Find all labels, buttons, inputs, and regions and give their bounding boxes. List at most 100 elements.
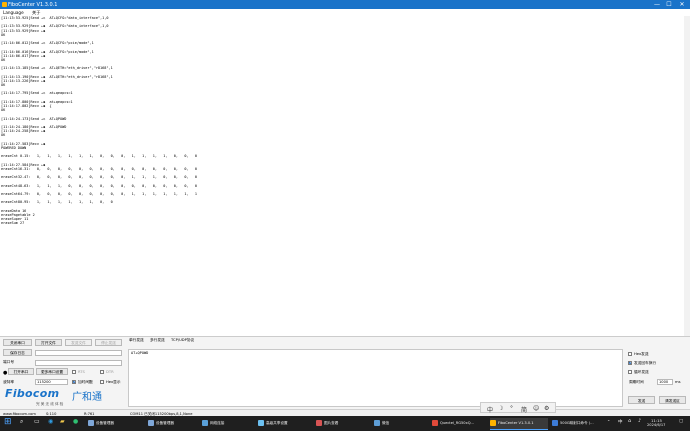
taskbar-app-icon <box>374 420 380 426</box>
window-title: FiboCenter V1.3.0.1 <box>8 1 58 8</box>
send-button[interactable]: 发送 <box>628 396 655 404</box>
clock-date[interactable]: 2024/6/17 <box>647 423 665 427</box>
close-port-button[interactable]: 关闭串口 <box>3 339 32 346</box>
send-newline-checkbox[interactable]: ✓ <box>628 361 632 365</box>
taskbar-app-icon <box>552 420 558 426</box>
tray-lang[interactable]: 中 <box>618 419 623 425</box>
rts-label: RTS <box>78 369 85 374</box>
dtr-checkbox[interactable] <box>100 369 104 374</box>
log-path-field[interactable] <box>35 349 122 356</box>
search-icon[interactable]: ⌕ <box>20 418 23 426</box>
open-file-button[interactable]: 打开文件 <box>35 339 62 346</box>
taskbar-app-icon <box>432 420 438 426</box>
taskbar-item-label: 图片查看 <box>324 421 339 425</box>
close-button[interactable]: ✕ <box>676 0 688 9</box>
hex-display-checkbox[interactable] <box>100 379 104 384</box>
taskbar-item-label: 500G映射口命令 (... <box>560 421 594 425</box>
fibocom-logo: Fibocom <box>5 387 60 400</box>
loop-send-label: 循环发送 <box>634 370 649 374</box>
taskbar-item[interactable]: 设备管理器 <box>88 418 144 429</box>
tab-multi-send[interactable]: 多行发送 <box>150 338 165 343</box>
log-line: eraseSum 27 <box>1 221 25 226</box>
taskbar-app-icon <box>490 420 496 426</box>
timestamp-checkbox[interactable]: ✓ <box>72 379 76 384</box>
send-file-button[interactable]: 发送文件 <box>65 339 92 346</box>
ime-moon-icon[interactable]: ☽ <box>498 405 503 412</box>
port-label: 端口号 <box>3 360 15 364</box>
open-port-button[interactable]: 打开串口 <box>8 368 34 375</box>
command-text: AT+QPOWD <box>131 351 149 355</box>
ime-emoji-icon[interactable]: ☺ <box>533 405 539 412</box>
tray-chevron-icon[interactable]: ⌃ <box>607 419 610 424</box>
ime-settings-icon[interactable]: ⚙ <box>544 405 549 412</box>
port-status-icon: ● <box>3 369 8 376</box>
loop-send-checkbox[interactable] <box>628 370 632 374</box>
log-scrollbar[interactable] <box>684 16 690 336</box>
rts-checkbox[interactable] <box>72 369 76 374</box>
taskbar-item-label: 设备管理器 <box>96 421 114 425</box>
task-view-icon[interactable]: ▭ <box>34 418 40 425</box>
taskbar-item-label: FiboCenter V1.3.0.1 <box>498 421 534 425</box>
hex-send-label: Hex发送 <box>634 352 649 356</box>
explorer-icon[interactable]: ▰ <box>60 418 65 425</box>
fibocom-logo-cn: 广和通 <box>72 392 102 403</box>
taskbar-app-icon <box>148 420 154 426</box>
maximize-button[interactable]: ☐ <box>663 0 675 9</box>
notification-icon[interactable]: ▢ <box>679 419 683 424</box>
wechat-icon[interactable]: ● <box>73 418 78 425</box>
network-icon[interactable]: ⌂ <box>628 418 631 424</box>
baud-label: 波特率 <box>3 379 15 384</box>
more-port-settings-button[interactable]: 更多串口设置 <box>36 368 68 375</box>
taskbar-item[interactable]: 500G映射口命令 (... <box>552 418 604 429</box>
taskbar-item[interactable]: 微信 <box>374 418 428 429</box>
taskbar-app-icon <box>316 420 322 426</box>
taskbar-app-icon <box>258 420 264 426</box>
save-log-button[interactable]: 保存日志 <box>3 349 32 356</box>
hex-send-checkbox[interactable] <box>628 352 632 356</box>
volume-icon[interactable]: ♪ <box>638 418 641 424</box>
clock-time[interactable]: 11:15 <box>651 418 662 423</box>
taskbar-item-label: 网络连接 <box>210 421 225 425</box>
baud-select[interactable]: 115200 <box>35 378 68 385</box>
logo-slogan: 完 美 无 线 体 验 <box>36 402 64 406</box>
taskbar-item-label: Quectel_RG50xQ... <box>440 421 474 425</box>
period-unit: ms <box>675 380 681 384</box>
ime-punct-icon[interactable]: ° <box>510 405 513 412</box>
ime-toolbar: 中 ☽ ° 简 ☺ ⚙ <box>480 402 556 414</box>
taskbar-item[interactable]: 图片查看 <box>316 418 370 429</box>
hex-display-label: Hex显示 <box>106 379 121 384</box>
minimize-button[interactable]: — <box>651 0 663 9</box>
clear-send-button[interactable]: 清发送区 <box>659 396 686 404</box>
taskbar-item[interactable]: 设备管理器 <box>148 418 198 429</box>
tab-tcp-udp[interactable]: TCP/UDP协议 <box>171 338 194 343</box>
taskbar-item[interactable]: 网络连接 <box>202 418 254 429</box>
status-sent: S:110 <box>46 411 57 416</box>
edge-icon[interactable]: ◉ <box>48 418 53 425</box>
period-label: 周期时间 <box>629 380 644 384</box>
status-received: R:761 <box>84 411 95 416</box>
taskbar-item-label: 微信 <box>382 421 390 425</box>
ime-lang-icon[interactable]: 中 <box>487 405 493 414</box>
status-url[interactable]: www.fibocom.com <box>3 412 36 416</box>
start-icon[interactable]: ⊞ <box>4 417 12 427</box>
dtr-label: DTR <box>106 369 114 374</box>
taskbar-app-icon <box>88 420 94 426</box>
tab-single-send[interactable]: 单行发送 <box>129 338 144 343</box>
taskbar-item-label: 高级共享设置 <box>266 421 288 425</box>
stop-send-button[interactable]: 停止发送 <box>95 339 122 346</box>
ime-simplified-icon[interactable]: 简 <box>521 405 527 414</box>
taskbar-item[interactable]: 高级共享设置 <box>258 418 312 429</box>
send-newline-label: 发送回车换行 <box>634 361 657 365</box>
period-input[interactable]: 1000 <box>657 379 673 385</box>
taskbar-item[interactable]: FiboCenter V1.3.0.1 <box>490 418 548 430</box>
taskbar-app-icon <box>202 420 208 426</box>
taskbar: ⊞ ⌕ ▭ ◉ ▰ ● 设备管理器 设备管理器 网络连接 高级共享设置 图片查看 微信 Qu… <box>0 416 690 431</box>
receive-log[interactable]: [11:13:53.925]Send →◇ AT+QCFG="data_inte… <box>0 16 684 336</box>
taskbar-item-label: 设备管理器 <box>156 421 174 425</box>
command-input[interactable]: AT+QPOWD <box>128 349 623 407</box>
menu-language[interactable]: Language <box>3 10 24 15</box>
app-icon <box>2 2 7 7</box>
taskbar-item[interactable]: Quectel_RG50xQ... <box>432 418 486 429</box>
title-bar: FiboCenter V1.3.0.1 — ☐ ✕ <box>0 0 690 9</box>
port-select[interactable] <box>35 359 122 366</box>
